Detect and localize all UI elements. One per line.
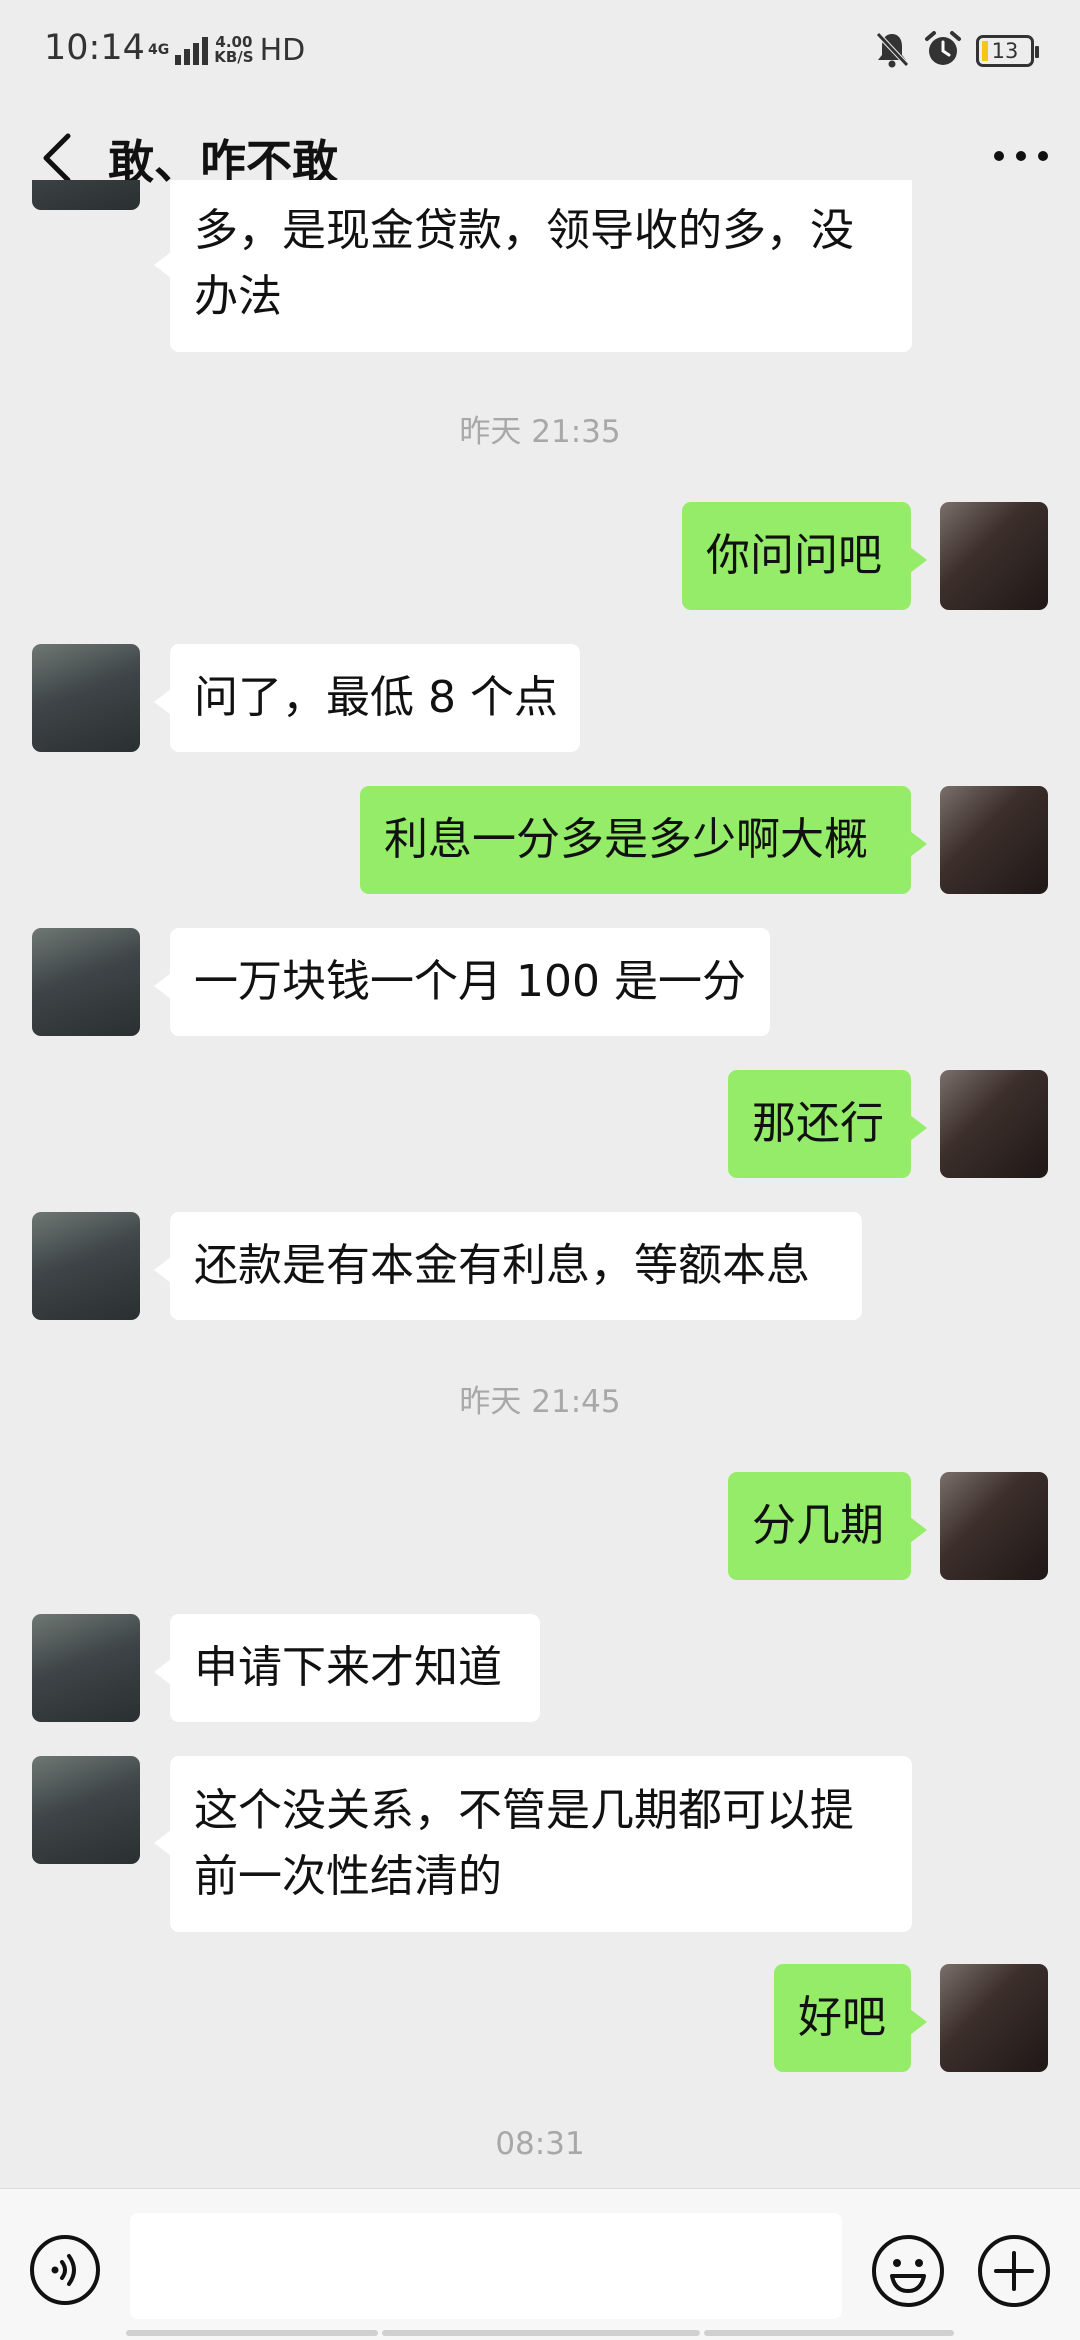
message-bubble-left[interactable]: 申请下来才知道 xyxy=(154,1614,540,1722)
message-bubble-left[interactable]: 这个没关系，不管是几期都可以提前一次性结清的 xyxy=(154,1756,912,1932)
chat-screen: 10:14 4G 4.00 KB/S HD 13 敢、咋不敢 多，是现金贷款，领… xyxy=(0,0,1080,2340)
battery-level: 13 xyxy=(991,39,1019,63)
alarm-icon xyxy=(924,30,962,72)
network-indicator: 4G 4.00 KB/S HD xyxy=(148,30,305,70)
input-bar xyxy=(0,2188,1080,2340)
message-bubble-right[interactable]: 分几期 xyxy=(728,1472,927,1580)
contact-avatar[interactable] xyxy=(32,180,140,210)
emoji-icon xyxy=(872,2235,944,2307)
message-bubble-left[interactable]: 还款是有本金有利息，等额本息 xyxy=(154,1212,862,1320)
more-button[interactable] xyxy=(986,126,1056,186)
gesture-bar-segment xyxy=(126,2330,378,2336)
more-actions-button[interactable] xyxy=(976,2233,1052,2309)
contact-avatar[interactable] xyxy=(32,1756,140,1864)
message-bubble-right[interactable]: 你问问吧 xyxy=(682,502,927,610)
contact-avatar[interactable] xyxy=(32,928,140,1036)
network-speed: 4.00 KB/S xyxy=(214,35,253,65)
message-input[interactable] xyxy=(130,2213,842,2319)
message-bubble-left[interactable]: 一万块钱一个月 100 是一分 xyxy=(154,928,770,1036)
mute-bell-icon xyxy=(874,30,910,72)
status-bar: 10:14 4G 4.00 KB/S HD 13 xyxy=(0,0,1080,100)
gesture-bar-segment xyxy=(704,2330,954,2336)
self-avatar[interactable] xyxy=(940,1472,1048,1580)
gesture-bar-segment xyxy=(382,2330,700,2336)
status-icons: 13 xyxy=(874,30,1039,72)
self-avatar[interactable] xyxy=(940,1070,1048,1178)
self-avatar[interactable] xyxy=(940,786,1048,894)
message-timestamp: 昨天 21:35 xyxy=(459,414,621,450)
contact-avatar[interactable] xyxy=(32,1614,140,1722)
signal-icon xyxy=(175,35,209,65)
emoji-button[interactable] xyxy=(870,2233,946,2309)
message-bubble-left[interactable]: 多，是现金贷款，领导收的多，没办法 xyxy=(154,180,912,352)
message-bubble-right[interactable]: 利息一分多是多少啊大概 xyxy=(360,786,927,894)
message-bubble-left[interactable]: 问了，最低 8 个点 xyxy=(154,644,580,752)
message-timestamp: 昨天 21:45 xyxy=(459,1384,621,1420)
contact-avatar[interactable] xyxy=(32,644,140,752)
message-timestamp: 08:31 xyxy=(495,2126,585,2162)
hd-indicator: HD xyxy=(259,32,306,68)
voice-icon xyxy=(30,2235,100,2305)
status-time: 10:14 xyxy=(44,28,145,68)
self-avatar[interactable] xyxy=(940,1964,1048,2072)
network-type: 4G xyxy=(148,42,170,58)
speed-unit: KB/S xyxy=(214,48,254,66)
voice-button[interactable] xyxy=(28,2233,102,2307)
more-dots-icon xyxy=(994,151,1048,161)
battery-icon: 13 xyxy=(976,35,1039,67)
self-avatar[interactable] xyxy=(940,502,1048,610)
plus-icon xyxy=(978,2235,1050,2307)
contact-avatar[interactable] xyxy=(32,1212,140,1320)
message-bubble-right[interactable]: 好吧 xyxy=(774,1964,927,2072)
message-list[interactable]: 多，是现金贷款，领导收的多，没办法 昨天 21:35 你问问吧 问了，最低 8 … xyxy=(0,180,1080,2190)
message-bubble-right[interactable]: 那还行 xyxy=(728,1070,927,1178)
